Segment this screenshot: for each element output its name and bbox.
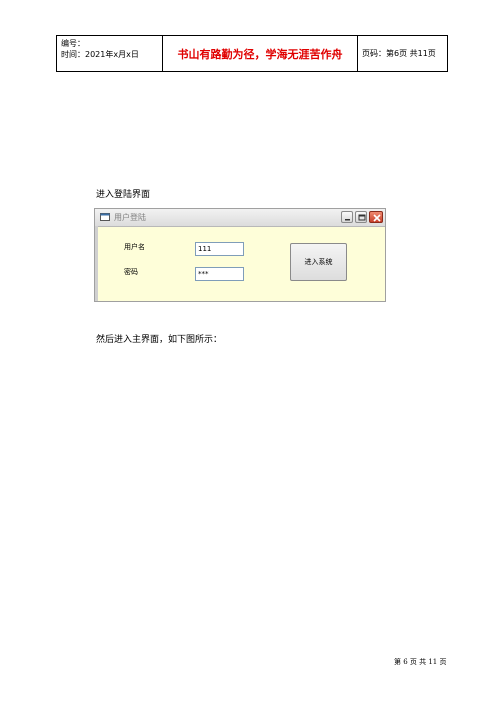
enter-system-button[interactable]: 进入系统 — [290, 243, 347, 281]
close-button[interactable] — [369, 211, 383, 223]
minimize-icon — [345, 219, 350, 221]
maximize-button[interactable] — [355, 211, 367, 223]
header-motto: 书山有路勤为径，学海无涯苦作舟 — [163, 36, 358, 71]
dialog-left-edge — [95, 226, 98, 301]
password-label: 密码 — [124, 268, 138, 276]
maximize-icon — [358, 214, 366, 221]
username-label: 用户名 — [124, 243, 145, 251]
header-page-label: 页码：第6页 共11页 — [362, 49, 436, 58]
login-dialog: 用户登陆 用户名 111 密码 *** 进入系统 — [94, 208, 386, 302]
dialog-titlebar[interactable]: 用户登陆 — [95, 209, 385, 227]
header-meta-cell: 编号： 时间：2021年x月x日 — [57, 36, 163, 71]
minimize-button[interactable] — [341, 211, 353, 223]
username-input[interactable]: 111 — [195, 242, 244, 256]
footer-page-number: 第 6 页 共 11 页 — [394, 658, 447, 666]
caption-enter-login: 进入登陆界面 — [96, 190, 151, 200]
header-table: 编号： 时间：2021年x月x日 书山有路勤为径，学海无涯苦作舟 页码：第6页 … — [56, 35, 448, 72]
dialog-title: 用户登陆 — [114, 213, 146, 222]
number-label: 编号： — [61, 39, 85, 48]
window-icon — [100, 213, 110, 221]
password-input[interactable]: *** — [195, 267, 244, 281]
caption-after-login: 然后进入主界面，如下图所示： — [96, 335, 223, 345]
time-label: 时间：2021年x月x日 — [61, 50, 139, 59]
close-icon — [373, 214, 381, 222]
